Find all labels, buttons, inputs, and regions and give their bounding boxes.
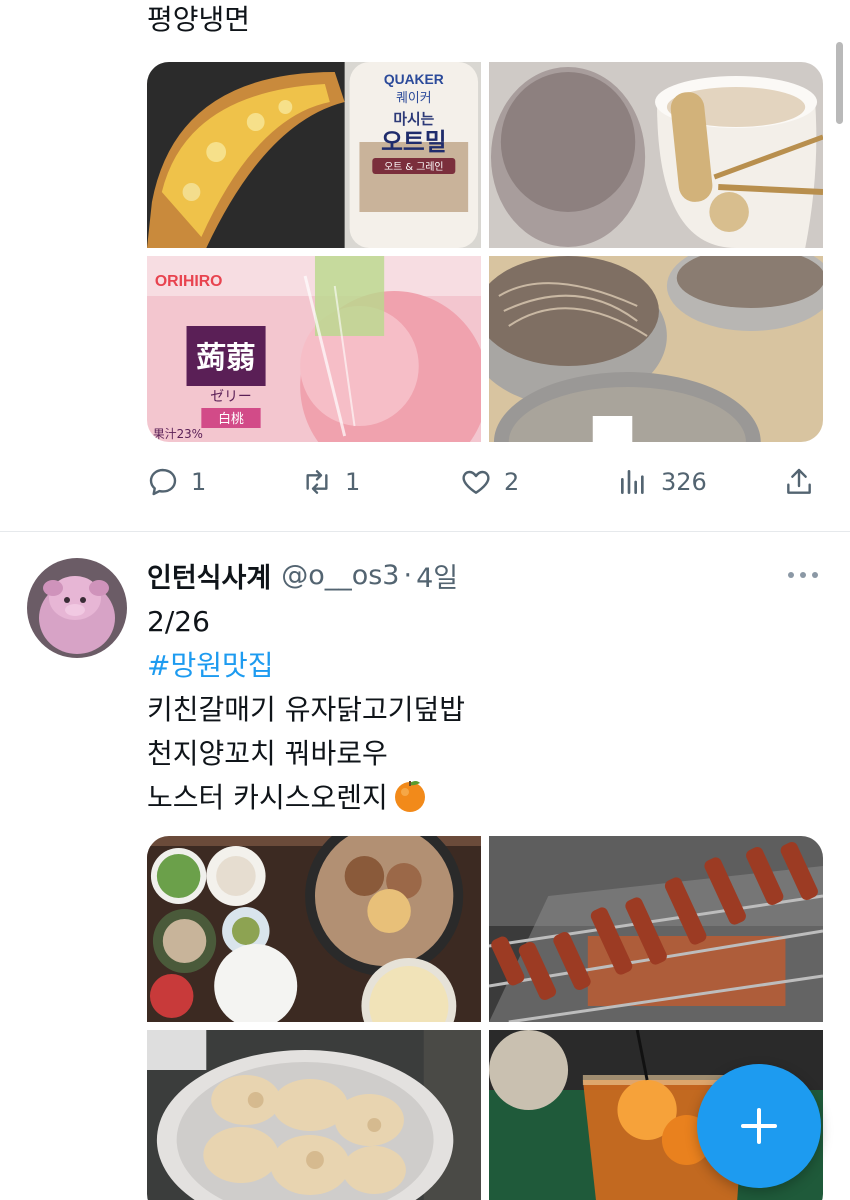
share-icon bbox=[787, 468, 811, 494]
jelly-juice-text: 果汁23% bbox=[153, 427, 203, 441]
tweet-line-3: 노스터 카시스오렌지 bbox=[147, 781, 388, 814]
tweet-date-line: 2/26 bbox=[147, 605, 210, 638]
avatar[interactable] bbox=[27, 558, 127, 658]
media-photo-broth-cups[interactable] bbox=[489, 62, 823, 248]
jelly-brand-text: ORIHIRO bbox=[155, 273, 223, 290]
media-photo-bread-oatmeal[interactable]: QUAKER 퀘이커 마시는 오트밀 오트 & 그레인 bbox=[147, 62, 481, 248]
tweet-header: 인턴식사계 @o__os3 · 4일 bbox=[147, 553, 458, 597]
media-photo-lamb-skewers[interactable] bbox=[489, 836, 823, 1022]
tweet-line-2: 천지양꼬치 꿔바로우 bbox=[147, 737, 388, 770]
tweet-divider bbox=[0, 531, 850, 532]
scrollbar[interactable] bbox=[836, 42, 843, 124]
previous-tweet-text: 평양냉면 bbox=[147, 3, 251, 36]
jelly-flavor-text: 白桃 bbox=[218, 411, 244, 427]
compose-icon bbox=[741, 1108, 777, 1144]
views-count: 326 bbox=[661, 468, 707, 496]
header-separator: · bbox=[403, 559, 413, 591]
reply-icon bbox=[149, 468, 177, 496]
more-icon[interactable] bbox=[786, 565, 820, 585]
retweet-icon bbox=[306, 470, 328, 494]
display-name[interactable]: 인턴식사계 bbox=[147, 556, 271, 595]
tweet-action-bar: 1 1 2 326 bbox=[147, 460, 823, 504]
hashtag-link[interactable]: #망원맛집 bbox=[147, 644, 465, 688]
like-icon bbox=[462, 470, 490, 494]
compose-tweet-button[interactable] bbox=[697, 1064, 821, 1188]
reply-button[interactable]: 1 bbox=[147, 460, 206, 504]
media-photo-rice-bowl-set[interactable] bbox=[147, 836, 481, 1022]
package-brand-text: QUAKER bbox=[384, 71, 444, 87]
media-photo-fried-dish[interactable] bbox=[147, 1030, 481, 1200]
media-photo-peach-jelly[interactable]: ORIHIRO 蒟蒻 ゼリー 白桃 果汁23% bbox=[147, 256, 481, 442]
package-flavor-text: 오트 & 그레인 bbox=[384, 161, 443, 173]
views-icon bbox=[621, 470, 644, 494]
views-button[interactable]: 326 bbox=[617, 460, 707, 504]
previous-tweet-media-grid: QUAKER 퀘이커 마시는 오트밀 오트 & 그레인 ORIHIRO 蒟蒻 ゼ… bbox=[147, 62, 823, 442]
jelly-sub-text: ゼリー bbox=[210, 389, 251, 405]
package-title-text: 마시는 bbox=[393, 110, 434, 128]
like-button[interactable]: 2 bbox=[460, 460, 519, 504]
like-count: 2 bbox=[504, 468, 520, 496]
media-photo-buckwheat-noodles[interactable] bbox=[489, 256, 823, 442]
retweet-count: 1 bbox=[345, 468, 361, 496]
share-button[interactable] bbox=[783, 460, 815, 504]
jelly-title-text: 蒟蒻 bbox=[196, 341, 255, 376]
tweet-line-1: 키친갈매기 유자닭고기덮밥 bbox=[147, 693, 466, 726]
orange-emoji bbox=[394, 781, 425, 812]
reply-count: 1 bbox=[191, 468, 207, 496]
package-subbrand-text: 퀘이커 bbox=[396, 91, 431, 106]
retweet-button[interactable]: 1 bbox=[301, 460, 360, 504]
package-title2-text: 오트밀 bbox=[381, 128, 446, 156]
tweet-text: 2/26 #망원맛집 키친갈매기 유자닭고기덮밥 천지양꼬치 꿔바로우 노스터 … bbox=[147, 600, 465, 820]
user-handle[interactable]: @o__os3 bbox=[281, 560, 399, 591]
tweet-timestamp[interactable]: 4일 bbox=[416, 556, 458, 595]
